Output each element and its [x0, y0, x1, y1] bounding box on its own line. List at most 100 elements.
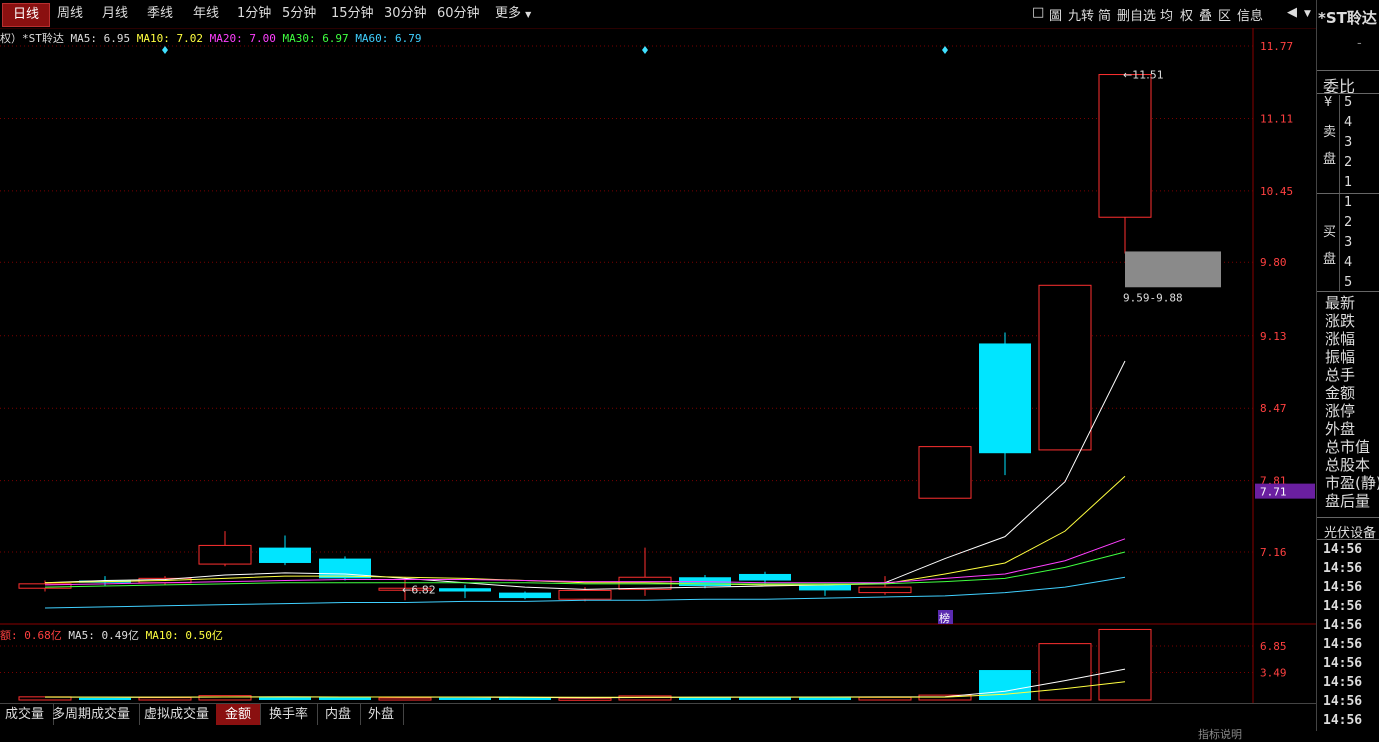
price-axis-label: 9.13 [1260, 330, 1287, 343]
buy-level-1: 1 [1344, 195, 1353, 210]
quote-after-hours: 盘后量 [1325, 492, 1371, 510]
range-tool[interactable]: 信息 [1237, 5, 1263, 24]
sell-level-1: 1 [1344, 175, 1353, 190]
divider [1317, 70, 1379, 71]
candle-body-down [979, 343, 1031, 454]
divider [1317, 193, 1379, 194]
amount-axis-label: 6.85 [1260, 640, 1287, 653]
amount-legend: 额: 0.68亿 MA5: 0.49亿 MA10: 0.50亿 [0, 627, 223, 643]
square-icon[interactable]: □ [1032, 5, 1044, 20]
tick-time: 14:56 [1323, 694, 1363, 709]
sell-level-5: 5 [1344, 95, 1353, 110]
sell-label-bottom: 盘 [1323, 152, 1337, 167]
tick-time: 14:56 [1323, 599, 1363, 614]
event-marker [642, 46, 648, 54]
nine-turn-tool[interactable]: 九转 [1068, 5, 1094, 24]
indicator-help-link[interactable]: 指标说明 [1198, 726, 1242, 742]
draw-tool[interactable]: 圖 [1049, 5, 1062, 24]
sell-label-top: 卖 [1323, 125, 1337, 140]
quote-panel: *ST聆达 - 委比 ¥ 卖 盘 5 4 3 2 1 买 盘 1 2 3 4 5… [1316, 0, 1379, 731]
menu-arrow-icon[interactable]: ▼ [1304, 9, 1311, 19]
buy-level-2: 2 [1344, 215, 1353, 230]
tab-amount[interactable]: 金额 [216, 704, 262, 725]
amount-bar-up [198, 695, 252, 701]
remove-watchlist-tool[interactable]: 删自选 [1117, 5, 1156, 24]
tab-multi-period-volume[interactable]: 多周期成交量 [43, 704, 141, 725]
period-more[interactable]: 更多 ▼ [485, 3, 541, 25]
amount-bar-up [558, 697, 612, 701]
period-quarter[interactable]: 季线 [137, 3, 183, 25]
high-price-annotation: ←11.51 [1123, 69, 1164, 82]
tab-virtual-volume[interactable]: 虚拟成交量 [135, 704, 220, 725]
bang-badge-label: 榜 [939, 611, 950, 625]
current-price-label: 7.71 [1260, 486, 1287, 499]
panel-dash: - [1357, 36, 1362, 51]
tab-turnover[interactable]: 换手率 [260, 704, 319, 725]
amount-bar-up [1098, 628, 1152, 701]
indicator-tabs: 成交量 多周期成交量 虚拟成交量 金额 换手率 内盘 外盘 指标说明 [0, 703, 1316, 741]
buy-label-top: 买 [1323, 225, 1337, 240]
sell-level-4: 4 [1344, 115, 1353, 130]
divider [1339, 95, 1340, 195]
period-month[interactable]: 月线 [92, 3, 138, 25]
event-marker [942, 46, 948, 54]
tab-inner-volume[interactable]: 内盘 [316, 704, 362, 725]
period-60min[interactable]: 60分钟 [427, 3, 490, 25]
amount-bar-down [319, 697, 371, 700]
buy-level-5: 5 [1344, 275, 1353, 290]
low-price-annotation: ←6.82 [402, 583, 436, 596]
average-tool[interactable]: 均 [1160, 5, 1173, 24]
candle-body-up [558, 589, 612, 600]
legend-amount-ma10: MA10: 0.50亿 [145, 629, 223, 642]
overlay-tool[interactable]: 叠 [1199, 5, 1212, 24]
amount-bar-up [858, 696, 912, 701]
window-tool[interactable]: 区 [1218, 5, 1231, 24]
amount-bar-down [79, 697, 131, 700]
tick-time: 14:56 [1323, 656, 1363, 671]
candle-body-down [739, 573, 791, 581]
price-axis-label: 11.11 [1260, 112, 1293, 125]
buy-level-3: 3 [1344, 235, 1353, 250]
amount-bar-up [1038, 643, 1092, 701]
more-label: 更多 [495, 6, 522, 21]
candle-body-up [1038, 284, 1092, 451]
yen-icon: ¥ [1324, 95, 1333, 110]
price-axis-label: 8.47 [1260, 402, 1287, 415]
rights-tool[interactable]: 权 [1180, 5, 1193, 24]
period-week[interactable]: 周线 [47, 3, 93, 25]
price-axis-label: 10.45 [1260, 185, 1293, 198]
panel-stock-name: *ST聆达 [1318, 9, 1377, 27]
period-5min[interactable]: 5分钟 [272, 3, 326, 25]
legend-amount: 额: 0.68亿 [0, 629, 62, 642]
legend-amount-ma5: MA5: 0.49亿 [68, 629, 139, 642]
buy-label-bottom: 盘 [1323, 252, 1337, 267]
period-day[interactable]: 日线 [2, 3, 51, 27]
period-year[interactable]: 年线 [183, 3, 229, 25]
price-axis-label: 9.80 [1260, 256, 1287, 269]
tick-time: 14:56 [1323, 618, 1363, 633]
price-range-highlight [1125, 251, 1221, 288]
candlestick-chart[interactable]: 11.7711.1110.459.809.138.477.817.167.71←… [0, 28, 1316, 625]
price-axis-label: 7.16 [1260, 546, 1287, 559]
tick-time: 14:56 [1323, 713, 1363, 728]
sell-level-3: 3 [1344, 135, 1353, 150]
tab-outer-volume[interactable]: 外盘 [359, 704, 405, 725]
buy-level-4: 4 [1344, 255, 1353, 270]
period-toolbar: 日线 周线 月线 季线 年线 1分钟 5分钟 15分钟 30分钟 60分钟 更多… [0, 0, 1316, 29]
candle-body-down [439, 588, 491, 592]
candle-body-up [918, 446, 972, 499]
amount-ma5-line [45, 668, 1126, 699]
divider [1317, 517, 1379, 518]
amount-bar-up [378, 697, 432, 701]
amount-bar-up [138, 697, 192, 701]
back-icon[interactable]: ◀ [1287, 5, 1297, 20]
divider [1339, 195, 1340, 291]
divider [1317, 539, 1379, 540]
divider [1317, 93, 1379, 94]
simple-tool[interactable]: 简 [1098, 5, 1111, 24]
tick-time: 14:56 [1323, 637, 1363, 652]
candle-body-down [499, 592, 551, 599]
tick-time: 14:56 [1323, 561, 1363, 576]
sell-level-2: 2 [1344, 155, 1353, 170]
event-marker [162, 46, 168, 54]
